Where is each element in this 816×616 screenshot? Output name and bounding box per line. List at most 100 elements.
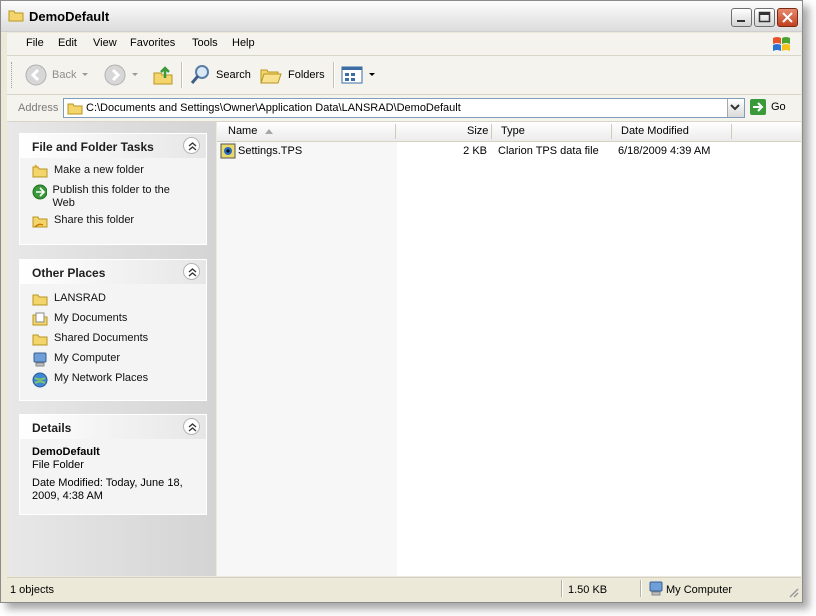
forward-button[interactable] <box>104 61 139 89</box>
panel-title: Details <box>32 421 72 435</box>
place-label: My Documents <box>54 312 128 324</box>
back-button[interactable]: Back <box>25 61 89 89</box>
column-separator[interactable] <box>395 124 396 139</box>
place-my-computer[interactable]: My Computer <box>32 352 120 368</box>
details-panel: Details DemoDefault File Folder Date Mod… <box>19 414 207 515</box>
menu-edit[interactable]: Edit <box>58 37 77 49</box>
status-bar: 1 objects 1.50 KB My Computer <box>7 577 801 600</box>
menu-tools[interactable]: Tools <box>192 37 218 49</box>
address-path: C:\Documents and Settings\Owner\Applicat… <box>86 102 461 114</box>
toolbar-separator <box>333 62 335 88</box>
address-field[interactable]: C:\Documents and Settings\Owner\Applicat… <box>63 98 745 118</box>
search-icon <box>190 65 209 84</box>
column-size[interactable]: Size <box>467 125 488 137</box>
explorer-window: DemoDefault File Edit View Favorites Too… <box>0 0 803 603</box>
name-column-shading <box>217 142 397 576</box>
views-icon <box>341 66 363 84</box>
place-lansrad[interactable]: LANSRAD <box>32 292 106 306</box>
go-label: Go <box>771 101 786 113</box>
maximize-icon <box>758 11 771 23</box>
status-separator <box>640 580 642 597</box>
window-title: DemoDefault <box>29 9 110 24</box>
up-folder-icon <box>153 66 173 85</box>
new-folder-icon <box>32 164 48 178</box>
address-bar: Address C:\Documents and Settings\Owner\… <box>7 95 801 122</box>
place-shared-documents[interactable]: Shared Documents <box>32 332 148 346</box>
title-bar[interactable]: DemoDefault <box>1 1 802 32</box>
file-list[interactable]: Name Size Type Date Modified Settings.TP… <box>217 122 801 576</box>
folders-button[interactable]: Folders <box>259 61 325 89</box>
search-label: Search <box>216 69 251 81</box>
chevron-down-icon <box>132 73 138 76</box>
folder-icon <box>8 10 24 22</box>
windows-logo-icon <box>773 37 790 51</box>
go-arrow-icon <box>750 99 766 115</box>
task-label: Make a new folder <box>54 164 144 176</box>
tps-file-icon <box>220 143 236 159</box>
place-label: My Network Places <box>54 372 149 384</box>
maximize-button[interactable] <box>754 8 775 27</box>
panel-header[interactable]: Details <box>20 415 206 439</box>
menu-favorites[interactable]: Favorites <box>130 37 175 49</box>
chevron-down-icon <box>730 104 740 111</box>
collapse-button[interactable] <box>183 263 200 280</box>
file-size: 2 KB <box>463 145 487 157</box>
column-date-modified[interactable]: Date Modified <box>621 125 689 137</box>
back-label: Back <box>52 69 77 81</box>
status-object-count: 1 objects <box>10 584 55 596</box>
column-type[interactable]: Type <box>501 125 525 137</box>
network-places-icon <box>32 372 48 388</box>
folder-icon <box>32 294 48 306</box>
column-separator[interactable] <box>731 124 732 139</box>
column-separator[interactable] <box>491 124 492 139</box>
folder-icon <box>32 334 48 346</box>
details-date-modified: Date Modified: Today, June 18, 2009, 4:3… <box>32 477 183 502</box>
collapse-button[interactable] <box>183 137 200 154</box>
search-button[interactable]: Search <box>189 61 251 89</box>
back-arrow-icon <box>25 64 47 86</box>
panel-header[interactable]: Other Places <box>20 260 206 284</box>
up-folder-button[interactable] <box>152 61 174 89</box>
chevron-down-icon <box>369 73 375 76</box>
details-name: DemoDefault <box>32 446 100 458</box>
views-button[interactable] <box>341 61 376 89</box>
my-computer-icon <box>33 352 47 367</box>
folder-icon <box>67 103 83 115</box>
panel-title: File and Folder Tasks <box>32 140 154 154</box>
task-share-folder[interactable]: Share this folder <box>32 214 134 228</box>
task-make-new-folder[interactable]: Make a new folder <box>32 164 144 178</box>
place-my-documents[interactable]: My Documents <box>32 312 127 326</box>
panel-body: Make a new folder Publish this folder to… <box>20 158 206 244</box>
standard-toolbar: Back Search Folders <box>7 56 801 95</box>
sort-ascending-icon <box>265 129 273 134</box>
menu-bar: File Edit View Favorites Tools Help <box>7 33 801 56</box>
file-type: Clarion TPS data file <box>498 145 599 157</box>
go-button[interactable]: Go <box>750 99 786 115</box>
collapse-button[interactable] <box>183 418 200 435</box>
close-button[interactable] <box>777 8 798 27</box>
folders-icon <box>260 69 282 84</box>
panel-header[interactable]: File and Folder Tasks <box>20 134 206 158</box>
status-location: My Computer <box>666 584 733 596</box>
menu-view[interactable]: View <box>93 37 117 49</box>
task-label: Share this folder <box>54 214 135 226</box>
place-my-network-places[interactable]: My Network Places <box>32 372 148 388</box>
status-size: 1.50 KB <box>568 584 608 596</box>
resize-grip-icon[interactable] <box>788 587 799 598</box>
folders-label: Folders <box>288 69 325 81</box>
menu-file[interactable]: File <box>26 37 44 49</box>
menu-help[interactable]: Help <box>232 37 255 49</box>
column-name[interactable]: Name <box>228 125 257 137</box>
column-separator[interactable] <box>611 124 612 139</box>
task-publish-web[interactable]: Publish this folder to the Web <box>32 184 182 210</box>
address-dropdown-button[interactable] <box>727 99 744 117</box>
forward-arrow-icon <box>104 64 126 86</box>
file-row[interactable]: Settings.TPS 2 KB Clarion TPS data file … <box>217 143 801 160</box>
toolbar-separator <box>181 62 183 88</box>
panel-body: DemoDefault File Folder Date Modified: T… <box>20 439 206 514</box>
status-separator <box>561 580 563 597</box>
minimize-button[interactable] <box>731 8 752 27</box>
details-type: File Folder <box>32 459 84 471</box>
toolbar-grip[interactable] <box>11 62 15 88</box>
other-places-panel: Other Places LANSRAD My Documents Shared… <box>19 259 207 401</box>
